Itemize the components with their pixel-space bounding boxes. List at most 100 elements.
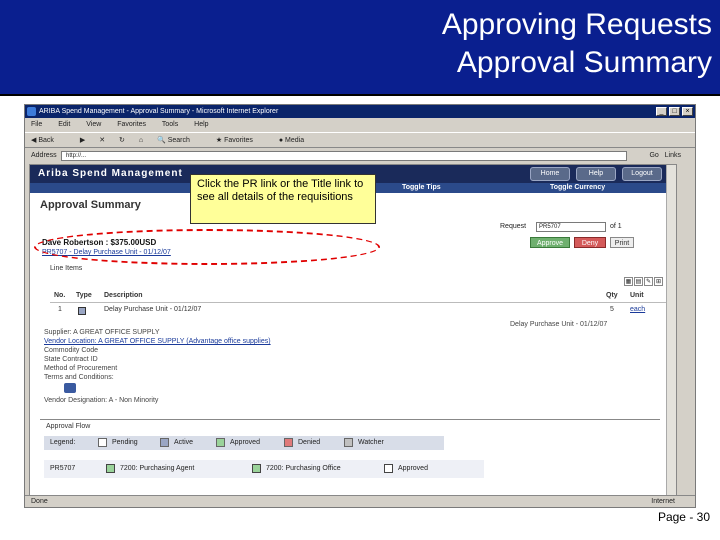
approve-button[interactable]: Approve: [530, 237, 570, 248]
slide-header: Approving Requests Approval Summary: [0, 0, 720, 96]
help-button[interactable]: Help: [576, 167, 616, 181]
vendor-designation: Vendor Designation: A - Non Minority: [44, 397, 159, 404]
status-zone: Internet: [651, 498, 675, 505]
slide-title-line1: Approving Requests: [441, 8, 712, 41]
print-button[interactable]: Print: [610, 237, 634, 248]
deny-button[interactable]: Deny: [574, 237, 606, 248]
terms-icon[interactable]: [64, 383, 76, 393]
request-select[interactable]: PR5707: [536, 222, 606, 232]
page-number: Page - 30: [657, 510, 710, 524]
flow-step2-icon: [252, 464, 261, 473]
flow-step1-icon: [106, 464, 115, 473]
media-button[interactable]: ● Media: [279, 137, 316, 144]
grid-tool-icon[interactable]: ▤: [634, 277, 643, 286]
favorites-label: Favorites: [224, 137, 253, 144]
legend: Legend: Pending Active Approved Denied W…: [44, 436, 444, 450]
line-items-toggle[interactable]: Line Items: [50, 265, 82, 272]
approval-flow-title: Approval Flow: [46, 423, 91, 430]
method-of-procurement: Method of Procurement: [44, 365, 118, 372]
menu-edit[interactable]: Edit: [58, 121, 70, 128]
legend-approved: Approved: [230, 439, 260, 446]
slide-title-line2: Approval Summary: [456, 46, 712, 79]
grid-tool-icon[interactable]: ⊞: [654, 277, 663, 286]
col-qty: Qty: [606, 292, 618, 299]
status-done: Done: [31, 498, 48, 505]
pending-icon: [98, 438, 107, 447]
grid-tool-icon[interactable]: ✎: [644, 277, 653, 286]
home-button[interactable]: Home: [530, 167, 570, 181]
row-qty: 5: [610, 306, 614, 313]
callout-note: Click the PR link or the Title link to s…: [190, 174, 376, 224]
address-label: Address: [31, 152, 57, 159]
minimize-button[interactable]: _: [656, 107, 667, 116]
legend-active: Active: [174, 439, 194, 446]
col-type: Type: [76, 292, 92, 299]
flow-status-icon: [384, 464, 393, 473]
active-icon: [160, 438, 169, 447]
home-icon[interactable]: ⌂: [139, 137, 143, 144]
legend-pending: Pending: [112, 439, 138, 446]
flow-status: Approved: [398, 465, 428, 472]
supplier-text: Supplier: A GREAT OFFICE SUPPLY: [44, 329, 160, 336]
row-description[interactable]: Delay Purchase Unit - 01/12/07: [104, 306, 201, 313]
request-of: of 1: [610, 223, 622, 230]
terms-and-conditions: Terms and Conditions:: [44, 374, 114, 381]
toggle-tips-link[interactable]: Toggle Tips: [402, 183, 441, 193]
stop-icon[interactable]: ✕: [99, 137, 105, 144]
flow-row: PR5707 7200: Purchasing Agent 7200: Purc…: [44, 460, 484, 478]
row-unit: each: [630, 306, 646, 313]
table-row: 1 Delay Purchase Unit - 01/12/07 5 each: [50, 305, 670, 317]
go-label: Go: [649, 152, 659, 159]
media-label: Media: [285, 137, 305, 144]
search-label: Search: [167, 137, 190, 144]
sub-description: Delay Purchase Unit - 01/12/07: [510, 321, 608, 328]
col-no: No.: [54, 292, 66, 299]
window-titlebar: ARIBA Spend Management - Approval Summar…: [25, 105, 695, 118]
back-button[interactable]: ◀ Back: [31, 137, 66, 144]
flow-step2[interactable]: 7200: Purchasing Office: [266, 460, 341, 478]
grid-tools: ▦ ▤ ✎ ⊞: [624, 277, 664, 286]
logout-button[interactable]: Logout: [622, 167, 662, 181]
ie-icon: [27, 107, 36, 116]
app-brand: Ariba Spend Management: [38, 168, 183, 179]
menu-tools[interactable]: Tools: [162, 121, 178, 128]
refresh-icon[interactable]: ↻: [119, 137, 125, 144]
legend-watcher: Watcher: [358, 439, 384, 446]
vertical-scrollbar[interactable]: [666, 165, 676, 495]
back-label: Back: [38, 137, 54, 144]
toggle-currency-link[interactable]: Toggle Currency: [550, 183, 605, 193]
denied-icon: [284, 438, 293, 447]
grid-tool-icon[interactable]: ▦: [624, 277, 633, 286]
flow-step1[interactable]: 7200: Purchasing Agent: [120, 460, 194, 478]
flow-pr: PR5707: [50, 465, 76, 472]
menu-favorites[interactable]: Favorites: [117, 121, 146, 128]
address-input[interactable]: http://...: [61, 151, 627, 161]
page-title: Approval Summary: [40, 199, 141, 211]
highlight-oval: [34, 229, 380, 265]
col-description: Description: [104, 292, 143, 299]
search-button[interactable]: 🔍 Search: [157, 137, 202, 144]
approval-flow: Approval Flow Legend: Pending Active App…: [40, 419, 660, 493]
browser-toolbar: ◀ Back ▶ ✕ ↻ ⌂ 🔍 Search ★ Favorites ● Me…: [25, 132, 695, 148]
state-contract: State Contract ID: [44, 356, 98, 363]
maximize-button[interactable]: □: [669, 107, 680, 116]
legend-denied: Denied: [298, 439, 321, 446]
browser-window: ARIBA Spend Management - Approval Summar…: [24, 104, 696, 508]
close-button[interactable]: ×: [682, 107, 693, 116]
watcher-icon: [344, 438, 353, 447]
approved-icon: [216, 438, 225, 447]
vendor-location-link[interactable]: Vendor Location: A GREAT OFFICE SUPPLY (…: [44, 338, 271, 345]
row-type-icon[interactable]: [78, 307, 86, 315]
favorites-button[interactable]: ★ Favorites: [216, 137, 265, 144]
request-label: Request: [500, 223, 527, 230]
commodity-code: Commodity Code: [44, 347, 99, 354]
menu-file[interactable]: File: [31, 121, 42, 128]
go-button[interactable]: Go Links: [649, 151, 681, 161]
menu-help[interactable]: Help: [194, 121, 208, 128]
menu-view[interactable]: View: [86, 121, 101, 128]
menu-bar: File Edit View Favorites Tools Help: [25, 119, 695, 131]
links-label[interactable]: Links: [665, 152, 681, 159]
row-no: 1: [58, 306, 62, 313]
legend-label: Legend:: [50, 439, 76, 446]
forward-button[interactable]: ▶: [80, 137, 85, 144]
